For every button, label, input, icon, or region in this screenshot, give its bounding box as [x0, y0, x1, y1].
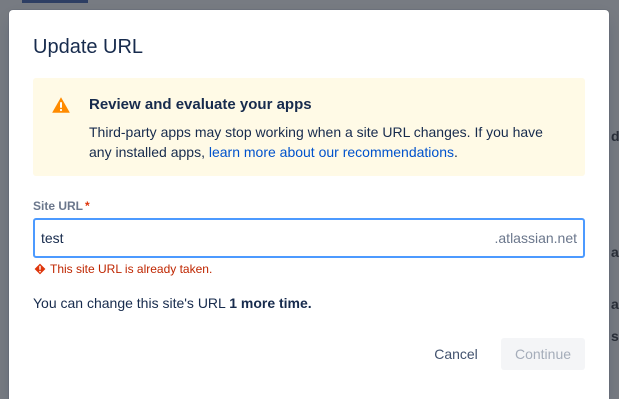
background-text-fragment: d	[611, 128, 619, 144]
warning-section-message: Review and evaluate your apps Third-part…	[33, 78, 585, 176]
required-marker: *	[85, 199, 90, 213]
site-url-error: This site URL is already taken.	[34, 262, 212, 276]
modal-title: Update URL	[33, 36, 144, 58]
site-url-suffix: .atlassian.net	[494, 230, 578, 246]
warning-body-trailing: .	[454, 144, 458, 160]
site-url-label-text: Site URL	[33, 199, 84, 213]
update-url-modal: Update URL Review and evaluate your apps…	[9, 10, 609, 399]
background-tab-underline	[22, 0, 88, 3]
warning-title: Review and evaluate your apps	[89, 96, 312, 113]
warning-body: Third-party apps may stop working when a…	[89, 122, 569, 162]
error-icon	[34, 263, 46, 275]
change-note-prefix: You can change this site's URL	[33, 295, 230, 311]
site-url-label: Site URL *	[33, 198, 90, 214]
background-text-fragment: a	[611, 296, 619, 312]
error-message: This site URL is already taken.	[50, 262, 213, 276]
site-url-input[interactable]	[41, 220, 481, 256]
change-count-note: You can change this site's URL 1 more ti…	[33, 294, 312, 312]
learn-more-link[interactable]: learn more about our recommendations	[209, 144, 454, 160]
cancel-button[interactable]: Cancel	[421, 338, 491, 370]
background-text-fragment: a	[611, 244, 619, 260]
change-note-emphasis: 1 more time.	[229, 295, 312, 311]
site-url-field[interactable]: .atlassian.net	[33, 218, 585, 258]
continue-button[interactable]: Continue	[501, 338, 585, 370]
background-text-fragment: sk	[611, 328, 619, 344]
warning-icon	[52, 97, 70, 113]
